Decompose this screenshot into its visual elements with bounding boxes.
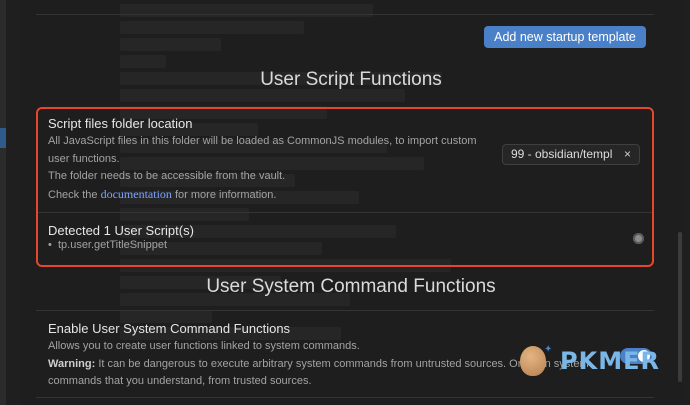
egg-logo-icon <box>520 346 546 376</box>
detected-scripts-title: Detected 1 User Script(s) <box>48 223 194 238</box>
desc-line: commands that you understand, from trust… <box>48 375 312 387</box>
desc-line: Check the documentation for more informa… <box>48 186 477 205</box>
script-folder-setting-name: Script files folder location <box>48 116 193 131</box>
documentation-link[interactable]: documentation <box>101 187 172 201</box>
after-link-text: for more information. <box>174 188 277 201</box>
warning-text: It can be dangerous to execute arbitrary… <box>98 357 589 370</box>
desc-line: Allows you to create user functions link… <box>48 340 360 352</box>
divider <box>36 14 654 15</box>
desc-line: All JavaScript files in this folder will… <box>48 135 477 147</box>
refresh-scripts-icon[interactable] <box>633 233 644 244</box>
divider <box>36 397 654 398</box>
active-nav-indicator <box>0 128 6 148</box>
sparkle-icon: ✦ <box>544 344 553 355</box>
user-script-list-item: • tp.user.getTitleSnippet <box>48 239 168 251</box>
add-startup-template-button[interactable]: Add new startup template <box>484 26 646 48</box>
scrollbar[interactable] <box>678 232 682 382</box>
user-system-command-functions-heading: User System Command Functions <box>206 276 496 297</box>
watermark-text: PKMER <box>560 347 660 375</box>
left-sidebar-edge <box>0 0 6 405</box>
divider <box>36 310 654 311</box>
enable-system-commands-description: Allows you to create user functions link… <box>48 338 589 391</box>
divider <box>38 212 652 213</box>
pkmer-watermark: ✦ PKMER <box>520 344 670 382</box>
script-folder-input[interactable]: 99 - obsidian/templ <box>502 144 640 165</box>
enable-system-commands-setting-name: Enable User System Command Functions <box>48 321 291 336</box>
user-script-functions-heading: User Script Functions <box>260 69 442 90</box>
desc-line: user functions. <box>48 152 120 165</box>
script-folder-setting-description: All JavaScript files in this folder will… <box>48 133 477 204</box>
desc-line: Warning: It can be dangerous to execute … <box>48 356 589 374</box>
desc-line: The folder needs to be accessible from t… <box>48 170 286 182</box>
clear-input-icon[interactable]: × <box>624 147 631 161</box>
warning-label: Warning: <box>48 357 96 370</box>
user-script-name: tp.user.getTitleSnippet <box>57 239 168 251</box>
check-text: Check the <box>48 188 98 201</box>
